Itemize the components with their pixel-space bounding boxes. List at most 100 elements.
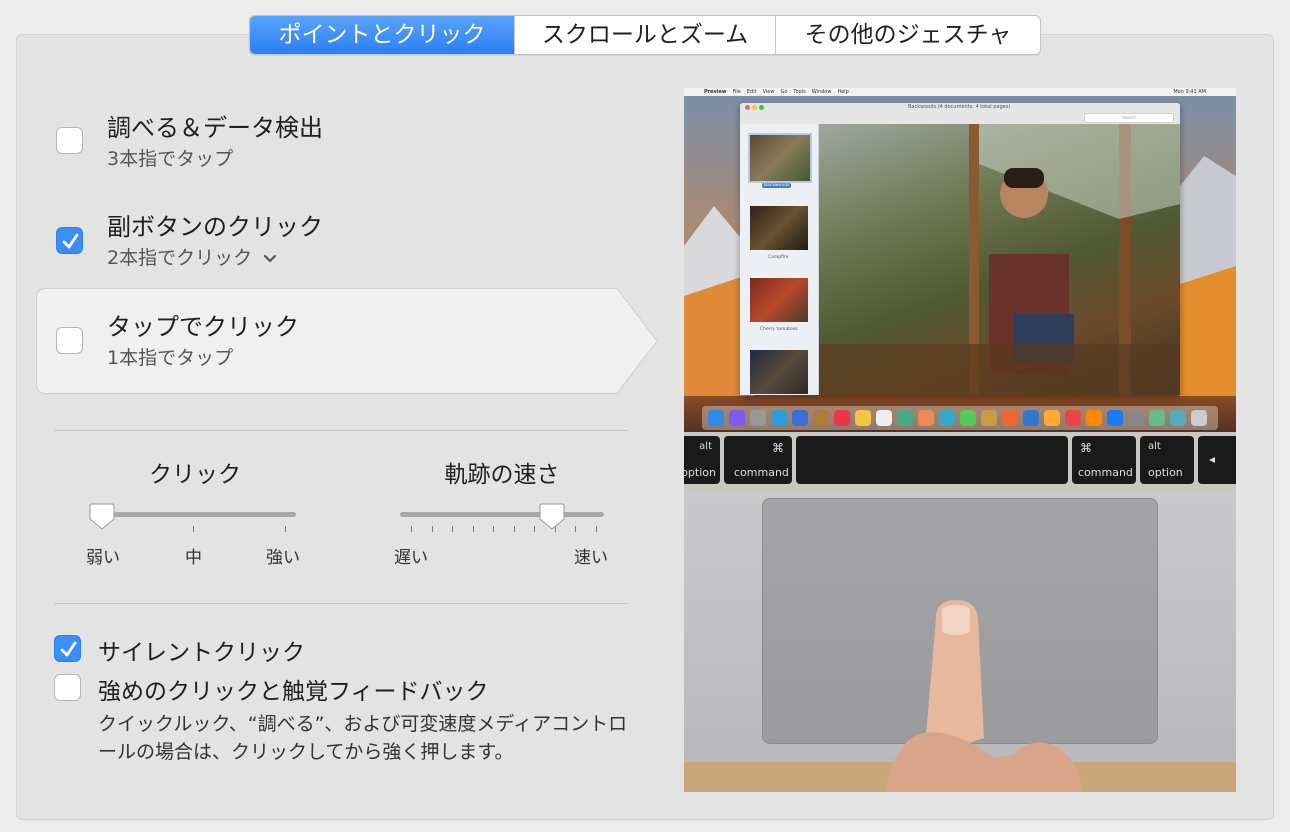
lookup-subtitle: 3本指でタップ (107, 148, 234, 170)
menubar-app: Preview (704, 89, 727, 95)
key-command-right: ⌘ command (1072, 436, 1136, 484)
tab-bar: ポイントとクリック スクロールとズーム その他のジェスチャ (249, 15, 1041, 55)
lookup-checkbox[interactable] (56, 127, 83, 154)
dock-app-icon (834, 410, 850, 426)
menubar-clock: Mon 9:41 AM (1173, 89, 1206, 95)
dock-app-icon (1149, 410, 1165, 426)
checkmark-icon (60, 641, 77, 657)
lookup-title: 調べる＆データ検出 (107, 114, 323, 142)
dock-app-icon (1170, 410, 1186, 426)
key-label: option (1148, 466, 1183, 479)
key-arrow-left (1198, 436, 1236, 484)
photo-scene (819, 124, 1180, 395)
silent-click-checkbox[interactable] (54, 635, 81, 662)
minimize-dot (752, 105, 757, 110)
key-label: alt (699, 441, 712, 452)
dock-app-icon (939, 410, 955, 426)
secondary-click-dropdown[interactable]: 2本指でクリック (107, 243, 277, 270)
key-command-left: ⌘ command (724, 436, 792, 484)
tracking-slider-tick (411, 526, 412, 532)
trackpad-preview-image: Preview File Edit View Go Tools Window Help Mon… (684, 88, 1236, 792)
key-label: alt (1148, 441, 1161, 452)
secondary-click-title: 副ボタンのクリック (107, 213, 323, 241)
tracking-slider-tick (513, 526, 515, 532)
dock-app-icon (771, 410, 787, 426)
menubar-item: Window (811, 89, 832, 95)
menubar-item: File (732, 89, 741, 95)
force-click-checkbox[interactable] (54, 674, 81, 701)
tracking-slider-tick (595, 526, 597, 532)
click-label-light: 弱い (86, 548, 120, 568)
tracking-slider-thumb[interactable] (539, 503, 565, 531)
tracking-slider-title: 軌跡の速さ (444, 462, 560, 488)
tap-to-click-checkbox[interactable] (56, 327, 83, 354)
tracking-label-slow: 遅い (394, 548, 428, 568)
thumbnail-campfire (750, 206, 808, 250)
dock-app-icon (1023, 410, 1039, 426)
dock-app-icon (876, 410, 892, 426)
preview-titlebar: Backwoods (4 documents, 4 total pages) S… (740, 103, 1180, 125)
silent-click-label: サイレントクリック (98, 640, 305, 666)
zoom-dot (759, 105, 764, 110)
dock-app-icon (792, 410, 808, 426)
dock-app-icon (729, 410, 745, 426)
secondary-click-checkbox[interactable] (56, 227, 83, 254)
force-click-description: クイックルック、“調べる”、および可変速度メディアコントロールの場合は、クリック… (98, 713, 628, 763)
click-slider-track[interactable] (92, 512, 296, 517)
key-label: ⌘ (1080, 441, 1092, 455)
thumbnail-label: Cherry tomatoes (760, 327, 798, 332)
click-slider-thumb[interactable] (89, 503, 115, 531)
force-click-label: 強めのクリックと触覚フィードバック (98, 679, 489, 705)
thumbnail-tomatoes (750, 278, 808, 322)
dock-app-icon (1086, 410, 1102, 426)
menubar-item: View (762, 89, 775, 95)
keyboard-area: alt option ⌘ command ⌘ command alt optio… (684, 432, 1236, 492)
dock (702, 406, 1218, 430)
preview-search-field: Search (1084, 113, 1174, 123)
tracking-slider-tick (493, 526, 494, 532)
key-option-right: alt option (1140, 436, 1194, 484)
click-slider-title: クリック (149, 462, 241, 488)
dock-app-icon (897, 410, 913, 426)
finger-illustration (885, 600, 1083, 792)
divider (54, 430, 628, 431)
click-slider-tick (193, 526, 194, 532)
dock-app-icon (1002, 410, 1018, 426)
menubar-item: Help (837, 89, 849, 95)
dock-app-icon (1065, 410, 1081, 426)
key-label: command (734, 466, 789, 479)
key-option-left: alt option (684, 436, 720, 484)
arrow-left-icon (1209, 457, 1215, 463)
tracking-slider-tick (575, 526, 576, 532)
thumbnail-lights (750, 350, 808, 394)
dock-app-icon (708, 410, 724, 426)
close-dot (745, 105, 750, 110)
tab-point-and-click[interactable]: ポイントとクリック (250, 16, 514, 54)
key-label: ⌘ (772, 441, 784, 455)
tracking-slider-tick (452, 526, 453, 532)
dock-app-icon (1191, 410, 1207, 426)
tracking-slider-tick (472, 526, 474, 532)
click-slider-tick (285, 526, 286, 532)
menubar-item: Go (780, 89, 788, 95)
dock-app-icon (1044, 410, 1060, 426)
preview-menubar: Preview File Edit View Go Tools Window Help Mon… (684, 88, 1236, 96)
dock-app-icon (855, 410, 871, 426)
dock-app-icon (813, 410, 829, 426)
dock-app-icon (750, 410, 766, 426)
preview-sidebar: Backwoods Campfire Cherry tomatoes (740, 124, 819, 395)
thumbnail-label: Campfire (768, 255, 789, 260)
tracking-slider-tick (534, 526, 535, 532)
tab-scroll-and-zoom[interactable]: スクロールとズーム (514, 16, 775, 54)
dock-app-icon (1128, 410, 1144, 426)
tab-more-gestures[interactable]: その他のジェスチャ (775, 16, 1040, 54)
checkmark-icon (62, 233, 79, 249)
dock-app-icon (960, 410, 976, 426)
tracking-slider-track[interactable] (400, 512, 604, 517)
dock-app-icon (1107, 410, 1123, 426)
click-label-firm: 強い (266, 548, 300, 568)
menubar-item: Tools (793, 89, 806, 95)
dock-app-icon (918, 410, 934, 426)
key-label: option (684, 466, 716, 479)
menubar-item: Edit (746, 89, 757, 95)
